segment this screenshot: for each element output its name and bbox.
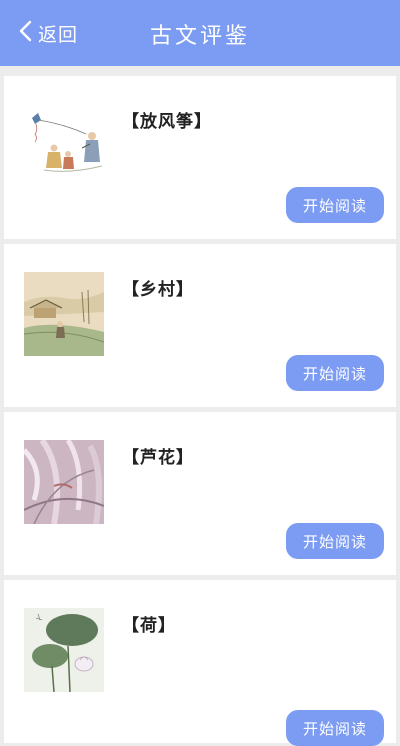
list-item[interactable]: 【荷】 开始阅读: [4, 580, 396, 746]
item-title: 【芦花】: [122, 448, 194, 468]
list-item[interactable]: 【芦花】 开始阅读: [4, 412, 396, 575]
start-reading-button[interactable]: 开始阅读: [286, 355, 384, 391]
thumbnail-image: [24, 104, 104, 188]
start-reading-button[interactable]: 开始阅读: [286, 187, 384, 223]
list-item[interactable]: 【放风筝】 开始阅读: [4, 76, 396, 239]
item-title: 【放风筝】: [122, 112, 212, 132]
thumbnail-image: [24, 272, 104, 356]
start-reading-button[interactable]: 开始阅读: [286, 710, 384, 746]
list-item[interactable]: 【乡村】 开始阅读: [4, 244, 396, 407]
app-header: 返回 古文评鉴: [0, 0, 400, 66]
item-title: 【乡村】: [122, 280, 194, 300]
page-title: 古文评鉴: [149, 24, 250, 49]
start-reading-button[interactable]: 开始阅读: [286, 523, 384, 559]
thumbnail-image: [24, 608, 104, 692]
thumbnail-image: [24, 440, 104, 524]
item-title: 【荷】: [122, 616, 176, 636]
